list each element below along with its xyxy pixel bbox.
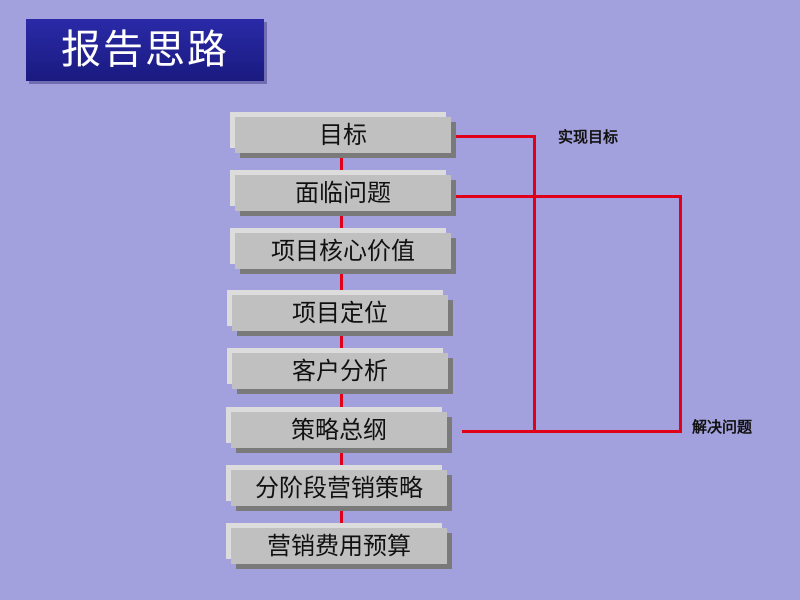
step-label: 项目核心价值 [235, 233, 451, 269]
annotation-achieve-goal: 实现目标 [558, 128, 619, 146]
step-core-value: 项目核心价值 [230, 228, 456, 274]
step-positioning: 项目定位 [227, 290, 453, 336]
step-label: 营销费用预算 [231, 528, 447, 564]
connector-strategy [462, 430, 682, 433]
connector-problems [456, 195, 682, 198]
connector-problems-vertical [679, 195, 682, 433]
step-label: 客户分析 [232, 353, 448, 389]
step-label: 策略总纲 [231, 412, 447, 448]
step-label: 分阶段营销策略 [231, 470, 447, 506]
step-customer-analysis: 客户分析 [227, 348, 453, 394]
connector-goal [456, 135, 536, 138]
step-marketing-budget: 营销费用预算 [226, 523, 452, 569]
step-label: 项目定位 [232, 295, 448, 331]
step-problems: 面临问题 [230, 170, 456, 216]
annotation-solve-problem: 解决问题 [692, 418, 753, 436]
page-title: 报告思路 [26, 19, 264, 81]
connector-goal-vertical [533, 135, 536, 433]
step-label: 面临问题 [235, 175, 451, 211]
step-goal: 目标 [230, 112, 456, 158]
step-label: 目标 [235, 117, 451, 153]
step-strategy-outline: 策略总纲 [226, 407, 452, 453]
step-phased-marketing: 分阶段营销策略 [226, 465, 452, 511]
